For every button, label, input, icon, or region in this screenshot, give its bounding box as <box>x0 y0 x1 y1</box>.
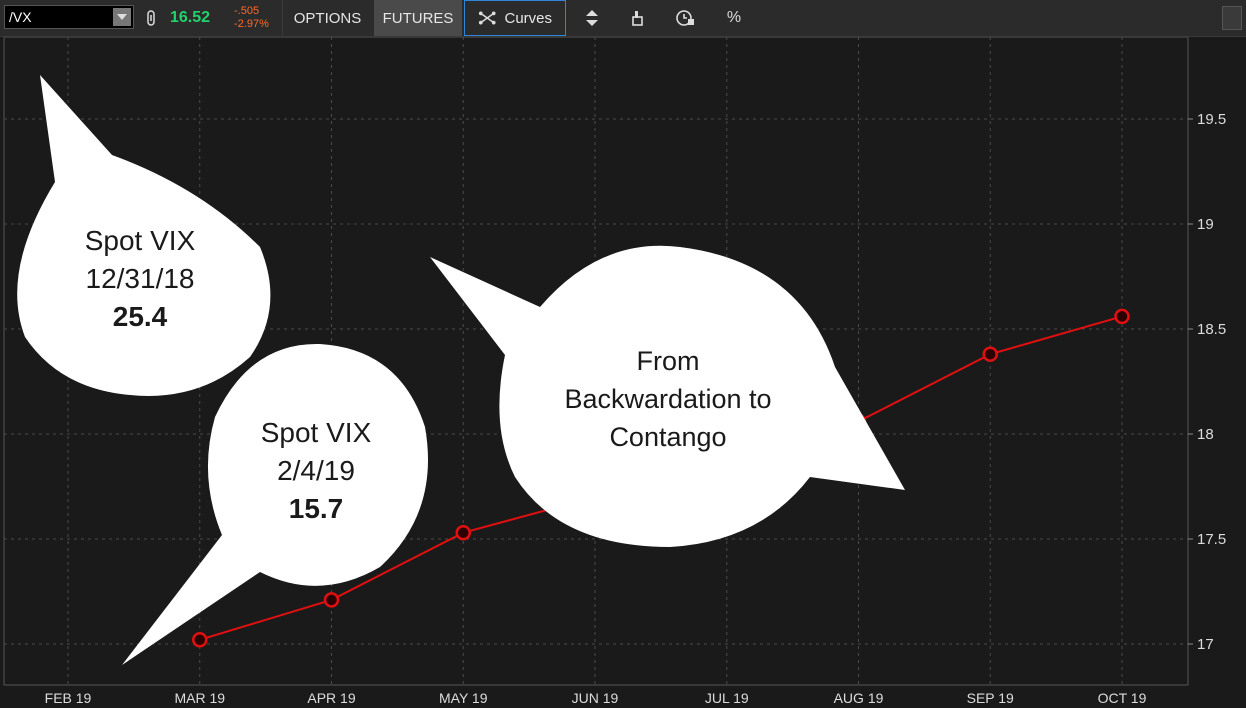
tab-options[interactable]: OPTIONS <box>282 0 372 36</box>
scroll-button[interactable] <box>1222 6 1242 30</box>
futures-curve-chart: 1717.51818.51919.52020.52121.52222.5FEB … <box>0 37 1246 708</box>
callout-transition-line2: Backwardation to <box>564 384 772 414</box>
tab-curves-label: Curves <box>504 9 552 27</box>
tab-futures[interactable]: FUTURES <box>374 0 462 36</box>
callout-transition: From Backwardation to Contango <box>540 342 796 456</box>
sort-arrows-icon[interactable] <box>580 0 604 36</box>
anchor-icon[interactable] <box>625 0 649 36</box>
chevron-down-icon[interactable] <box>113 8 131 26</box>
callout-transition-line1: From <box>636 346 700 376</box>
price-change: -.505 -2.97% <box>234 3 269 33</box>
curves-icon <box>478 11 496 25</box>
symbol-input[interactable]: /VX <box>4 5 134 29</box>
callout-transition-line3: Contango <box>609 422 727 452</box>
change-absolute: -.505 <box>234 5 260 17</box>
symbol-text: /VX <box>9 9 32 25</box>
change-percent: -2.97% <box>234 18 269 30</box>
link-icon[interactable] <box>143 0 159 36</box>
toolbar: /VX 16.52 -.505 -2.97% OPTIONS FUTURES C… <box>0 0 1246 37</box>
last-price: 16.52 <box>170 9 211 26</box>
tab-curves[interactable]: Curves <box>464 0 566 36</box>
percent-icon[interactable]: % <box>722 0 746 36</box>
clock-lock-icon[interactable] <box>673 0 697 36</box>
